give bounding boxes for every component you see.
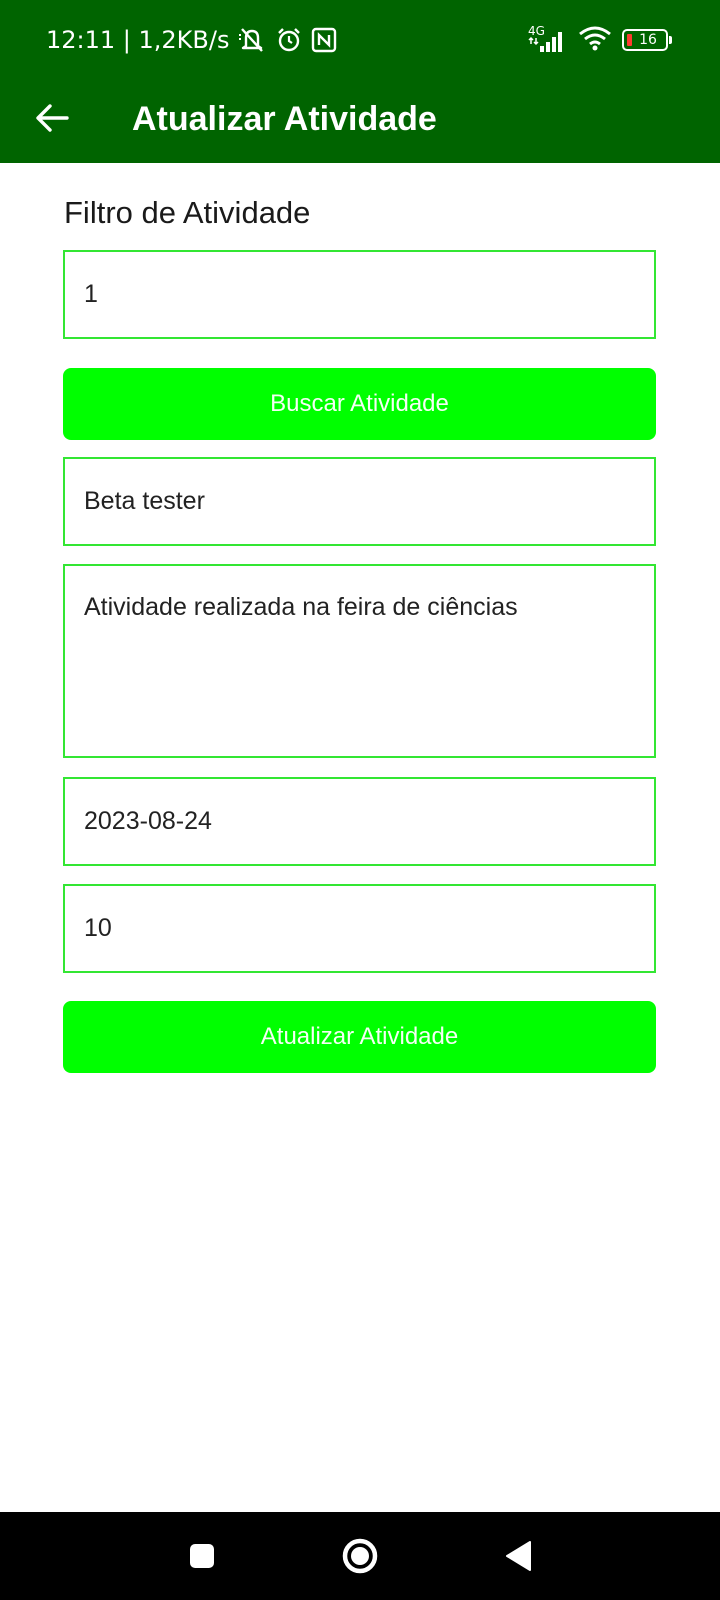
description-value: Atividade realizada na feira de ciências xyxy=(84,593,518,621)
description-textarea[interactable]: Atividade realizada na feira de ciências xyxy=(63,564,656,758)
home-button[interactable] xyxy=(336,1532,384,1580)
filter-section-label: Filtro de Atividade xyxy=(64,195,311,230)
status-right: 4G 16 xyxy=(528,24,672,57)
recents-button[interactable] xyxy=(178,1532,226,1580)
status-time-speed: 12:11 | 1,2KB/s xyxy=(46,26,230,54)
navigation-bar xyxy=(0,1512,720,1600)
status-left: 12:11 | 1,2KB/s xyxy=(46,24,337,56)
arrow-left-icon xyxy=(36,104,69,132)
wifi-icon xyxy=(578,24,612,57)
date-input[interactable]: 2023-08-24 xyxy=(63,777,656,866)
alarm-icon xyxy=(275,26,303,54)
filter-input-value: 1 xyxy=(84,280,98,308)
app-bar: Atualizar Atividade xyxy=(0,80,720,163)
page-title: Atualizar Atividade xyxy=(132,100,437,138)
filter-input[interactable]: 1 xyxy=(63,250,656,339)
square-icon xyxy=(190,1544,214,1568)
bell-off-icon xyxy=(237,26,267,54)
back-button[interactable] xyxy=(30,96,74,140)
name-input-value: Beta tester xyxy=(84,487,205,515)
signal-icon: 4G xyxy=(528,24,568,56)
battery-icon: 16 xyxy=(622,29,672,51)
status-bar: 12:11 | 1,2KB/s 4G 16 xyxy=(0,0,720,80)
date-input-value: 2023-08-24 xyxy=(84,807,212,835)
system-back-button[interactable] xyxy=(494,1532,542,1580)
name-input[interactable]: Beta tester xyxy=(63,457,656,546)
nfc-icon xyxy=(311,27,337,53)
update-activity-button[interactable]: Atualizar Atividade xyxy=(63,1001,656,1073)
number-input-value: 10 xyxy=(84,914,112,942)
number-input[interactable]: 10 xyxy=(63,884,656,973)
circle-home-icon xyxy=(342,1538,378,1574)
battery-level: 16 xyxy=(639,32,657,48)
triangle-back-icon xyxy=(506,1541,531,1571)
search-activity-button[interactable]: Buscar Atividade xyxy=(63,368,656,440)
